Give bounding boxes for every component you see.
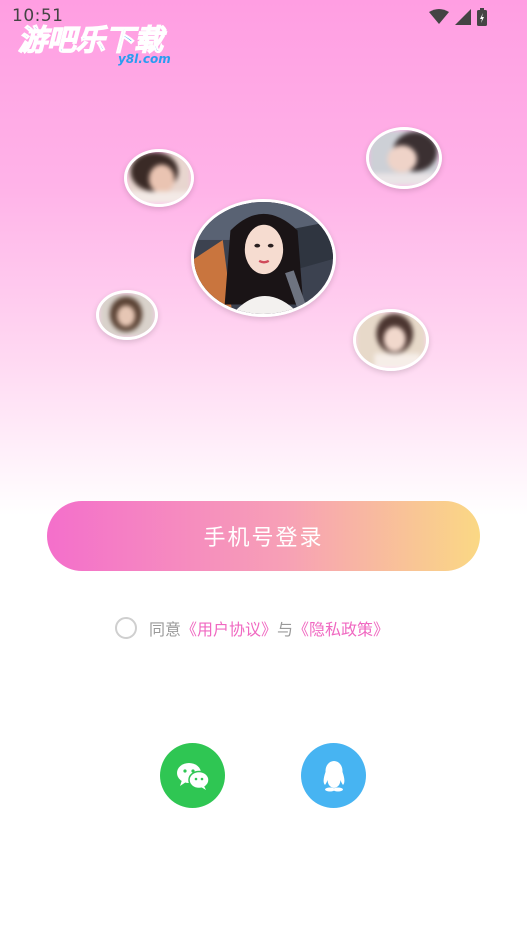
user-agreement-link[interactable]: 《用户协议》 bbox=[181, 616, 277, 640]
qq-login-button[interactable] bbox=[301, 743, 366, 808]
phone-login-button[interactable]: 手机号登录 bbox=[47, 501, 480, 571]
avatar-blurred-top-left bbox=[124, 149, 194, 207]
battery-icon bbox=[477, 8, 487, 26]
agreement-row: 同意 《用户协议》 与 《隐私政策》 bbox=[115, 616, 389, 640]
agreement-checkbox[interactable] bbox=[115, 617, 137, 639]
agreement-prefix: 同意 bbox=[149, 620, 182, 639]
wechat-icon bbox=[176, 762, 210, 790]
watermark-subtitle: y8l.com bbox=[118, 52, 171, 66]
avatar-blurred-top-right bbox=[366, 127, 442, 189]
qq-icon bbox=[323, 760, 344, 791]
privacy-policy-link[interactable]: 《隐私政策》 bbox=[293, 616, 389, 640]
status-icons bbox=[429, 8, 487, 26]
avatar-main bbox=[191, 199, 336, 317]
avatar-blurred-middle-left bbox=[96, 290, 158, 340]
wifi-icon bbox=[429, 9, 449, 24]
wechat-login-button[interactable] bbox=[160, 743, 225, 808]
agreement-conjunction: 与 bbox=[277, 620, 294, 639]
avatar-blurred-middle-right bbox=[353, 309, 429, 371]
watermark-logo: 游吧乐下载 y8l.com bbox=[18, 18, 188, 66]
cellular-signal-icon bbox=[455, 9, 471, 25]
